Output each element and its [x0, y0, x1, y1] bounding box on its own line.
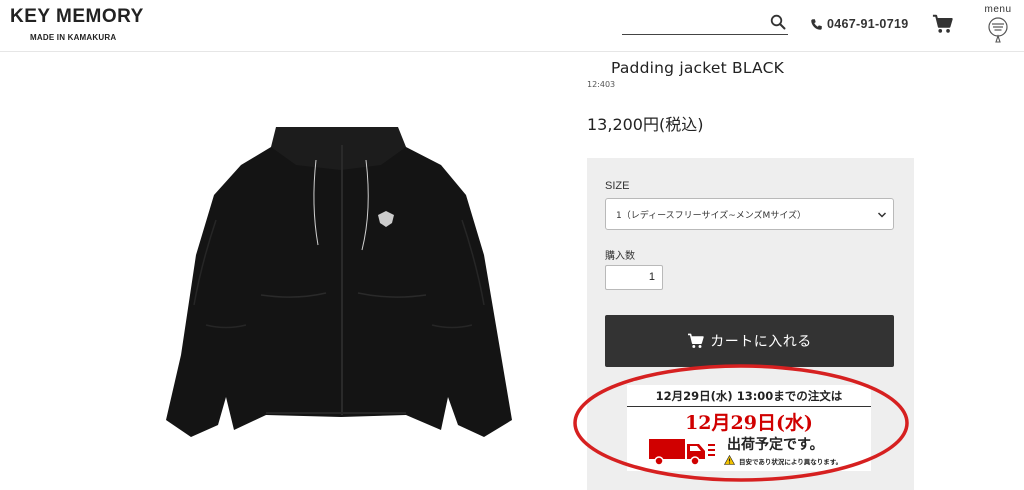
size-select-value: 1（レディースフリーサイズ~メンズMサイズ） — [616, 211, 807, 221]
size-label: SIZE — [605, 180, 630, 192]
shipping-note: 目安であり状況により異なります。 — [739, 458, 843, 466]
search-bar — [622, 11, 788, 35]
search-icon[interactable] — [770, 14, 786, 30]
add-to-cart-label: カートに入れる — [710, 334, 812, 350]
size-select[interactable]: 1（レディースフリーサイズ~メンズMサイズ） — [605, 198, 894, 230]
menu-label: menu — [984, 4, 1012, 15]
cart-icon[interactable] — [932, 13, 954, 35]
menu-icon — [988, 17, 1008, 43]
quantity-value: 1 — [648, 271, 655, 283]
quantity-label: 購入数 — [605, 251, 635, 262]
site-header: KEY MEMORY MADE IN KAMAKURA 0467-91-0719… — [0, 0, 1024, 52]
quantity-input[interactable]: 1 — [605, 265, 663, 290]
phone-contact[interactable]: 0467-91-0719 — [810, 15, 908, 33]
product-image[interactable] — [166, 125, 512, 445]
shipping-notice: 12月29日(水) 13:00までの注文は 12月29日(水) 出荷予定です。 … — [627, 385, 871, 471]
phone-number: 0467-91-0719 — [827, 17, 909, 31]
product-name: Padding jacket BLACK — [611, 59, 784, 77]
menu-button[interactable]: menu — [981, 4, 1015, 46]
search-input[interactable] — [622, 11, 762, 33]
product-code: 12:403 — [587, 80, 616, 89]
shipping-date: 12月29日(水) — [685, 412, 813, 434]
warning-icon — [724, 455, 735, 465]
product-price: 13,200円(税込) — [587, 115, 704, 134]
truck-icon — [649, 439, 715, 466]
shipping-deadline: 12月29日(水) 13:00までの注文は — [655, 388, 843, 403]
shipping-deadline-bar: 12月29日(水) 13:00までの注文は — [627, 385, 871, 407]
cart-icon — [688, 333, 704, 348]
logo-title: KEY MEMORY — [10, 6, 144, 27]
add-to-cart-button[interactable]: カートに入れる — [605, 315, 894, 367]
phone-icon — [811, 18, 822, 30]
site-logo[interactable]: KEY MEMORY MADE IN KAMAKURA — [10, 6, 144, 42]
chevron-down-icon — [877, 212, 887, 218]
logo-subtitle: MADE IN KAMAKURA — [30, 33, 117, 42]
shipping-label: 出荷予定です。 — [727, 437, 824, 453]
